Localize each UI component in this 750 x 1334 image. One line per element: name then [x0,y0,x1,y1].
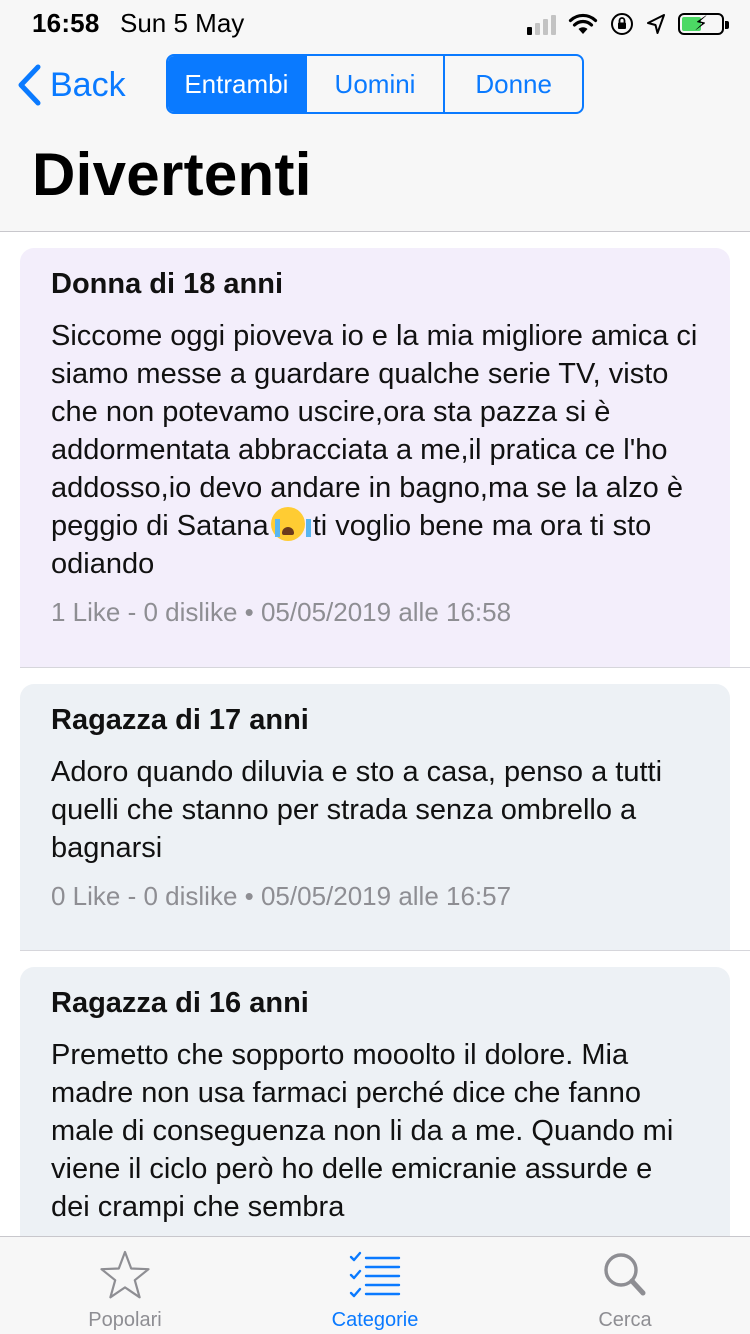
post-meta: 1 Like - 0 dislike • 05/05/2019 alle 16:… [51,597,512,627]
post-card[interactable]: Donna di 18 anni Siccome oggi pioveva io… [20,248,730,667]
post-text: Adoro quando diluvia e sto a casa, penso… [51,756,663,864]
post-meta: 0 Like - 0 dislike • 05/05/2019 alle 16:… [51,881,512,911]
status-time: 16:58 [32,8,100,38]
tab-label: Cerca [598,1309,652,1331]
status-bar: 16:58 Sun 5 May ⚡ [0,0,750,48]
tab-categorie[interactable]: Categorie [250,1237,500,1334]
segment-uomini[interactable]: Uomini [304,56,444,112]
page-title: Divertenti [32,141,312,208]
segment-donne[interactable]: Donne [443,56,582,112]
post-author: Donna di 18 anni [51,268,284,300]
tab-label: Categorie [331,1309,419,1331]
search-icon [604,1253,646,1296]
charging-bolt-icon: ⚡ [693,13,709,35]
status-date: Sun 5 May [120,8,245,38]
post-author: Ragazza di 17 anni [51,704,309,736]
tab-label: Popolari [88,1309,162,1331]
post-text: Premetto che sopporto mooolto il dolore.… [51,1039,674,1223]
star-icon [100,1250,150,1299]
post-card[interactable]: Ragazza di 17 anni Adoro quando diluvia … [20,684,730,950]
back-button[interactable]: Back [16,60,126,110]
segment-entrambi[interactable]: Entrambi [168,56,305,112]
post-card[interactable]: Ragazza di 16 anni Premetto che sopporto… [20,967,730,1236]
gender-filter-segmented-control: Entrambi Uomini Donne [166,54,584,114]
chevron-left-icon [18,64,41,106]
checklist-icon [349,1251,401,1298]
tab-bar: Popolari Categorie Cerca [0,1236,750,1334]
status-indicators: ⚡ [527,10,729,38]
post-text: Siccome oggi pioveva io e la mia miglior… [51,317,699,583]
crying-face-icon [270,507,311,541]
tab-cerca[interactable]: Cerca [500,1237,750,1334]
post-text-body: Siccome oggi pioveva io e la mia miglior… [51,320,698,542]
location-arrow-icon [647,14,665,34]
tab-popolari[interactable]: Popolari [0,1237,250,1334]
screen: 16:58 Sun 5 May ⚡ Back Entrambi Uomini D… [0,0,750,1334]
navigation-bar: Back Entrambi Uomini Donne Divertenti [0,48,750,232]
battery-icon: ⚡ [678,13,729,35]
cellular-signal-icon [527,13,556,35]
post-author: Ragazza di 16 anni [51,987,309,1019]
back-label: Back [50,65,126,104]
posts-feed[interactable]: Donna di 18 anni Siccome oggi pioveva io… [0,233,750,1236]
divider [20,950,750,951]
orientation-lock-icon [611,13,633,35]
divider [20,667,750,668]
wifi-icon [568,13,598,34]
